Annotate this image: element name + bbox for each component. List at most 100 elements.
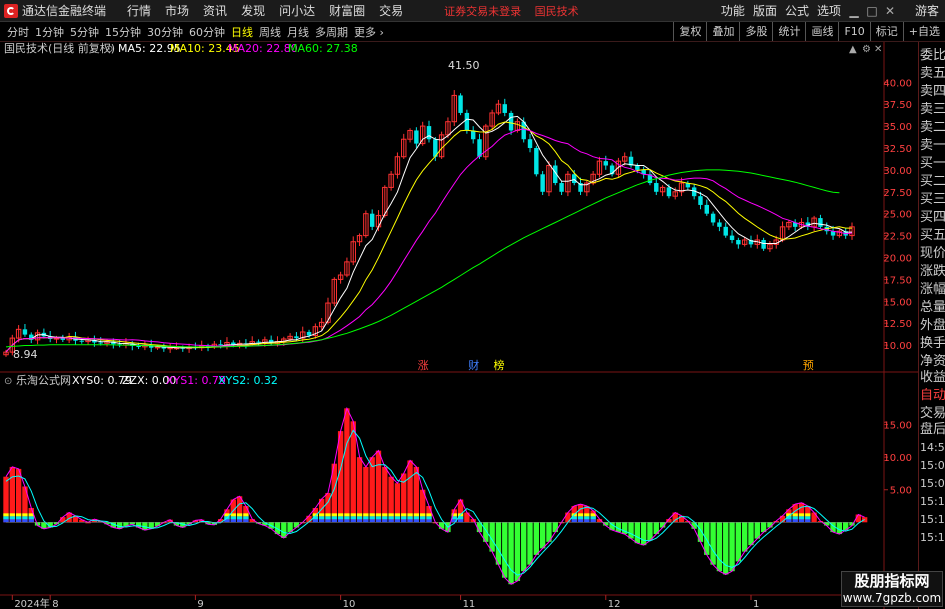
side-after-hours[interactable]: 盘后 bbox=[920, 422, 945, 438]
period-intraday[interactable]: 分时 bbox=[7, 24, 29, 40]
candle-body-down bbox=[729, 235, 735, 240]
indicator-band-yellow bbox=[363, 513, 369, 517]
minimize-icon[interactable]: ▁ bbox=[845, 1, 863, 21]
period-monthly[interactable]: 月线 bbox=[287, 24, 309, 40]
indicator-band-blue bbox=[337, 519, 344, 523]
close-icon[interactable]: ✕ bbox=[881, 1, 899, 21]
indicator-band-yellow bbox=[22, 513, 28, 517]
indicator-band-blue bbox=[798, 519, 805, 523]
draw-line-button[interactable]: 画线 bbox=[805, 22, 838, 41]
indicator-band-blue bbox=[577, 519, 584, 523]
period-1min[interactable]: 1分钟 bbox=[35, 24, 64, 40]
multi-stock-button[interactable]: 多股 bbox=[739, 22, 772, 41]
indicator-band-blue bbox=[457, 519, 464, 523]
indicator-band-yellow bbox=[350, 513, 356, 517]
trade-login-notice[interactable]: 证券交易未登录 国民技术 bbox=[444, 3, 589, 19]
indicator-band-blue bbox=[369, 519, 375, 523]
ma-line-ma60 bbox=[5, 169, 840, 348]
price-tick-label: 40.00 bbox=[883, 78, 912, 89]
event-marker[interactable]: 财 bbox=[468, 358, 479, 372]
menu-trade[interactable]: 交易 bbox=[379, 2, 403, 19]
indicator-bar-negative bbox=[293, 522, 300, 528]
indicator-band-blue bbox=[344, 519, 350, 523]
period-daily[interactable]: 日线 bbox=[231, 24, 253, 40]
period-60min[interactable]: 60分钟 bbox=[189, 24, 225, 40]
indicator-band-yellow bbox=[331, 513, 337, 517]
menu-news[interactable]: 资讯 bbox=[203, 2, 227, 19]
indicator-band-blue bbox=[413, 519, 420, 523]
indicator-tick-label: 5.00 bbox=[890, 486, 912, 497]
indicator-band-yellow bbox=[356, 513, 363, 517]
panel-settings-icon[interactable]: ⚙ bbox=[862, 44, 871, 55]
indicator-band-blue bbox=[590, 519, 596, 523]
event-markers[interactable]: 涨 财榜 预 bbox=[418, 358, 814, 372]
indicator-band-cyan bbox=[243, 516, 249, 520]
statistics-button[interactable]: 统计 bbox=[772, 22, 805, 41]
side-buy3: 买三 bbox=[920, 192, 945, 207]
price-tick-label: 25.00 bbox=[883, 210, 912, 221]
indicator-band-cyan bbox=[22, 516, 28, 520]
event-marker[interactable]: 预 bbox=[803, 359, 814, 372]
indicator-band-yellow bbox=[318, 513, 325, 517]
menu-layout[interactable]: 版面 bbox=[753, 2, 777, 19]
watermark-url: www.7gpzb.com bbox=[842, 591, 942, 605]
side-buy2: 买二 bbox=[920, 174, 945, 189]
menu-formula[interactable]: 公式 bbox=[785, 2, 809, 19]
period-5min[interactable]: 5分钟 bbox=[70, 24, 99, 40]
period-30min[interactable]: 30分钟 bbox=[147, 24, 183, 40]
app-logo-icon bbox=[4, 3, 18, 18]
indicator-band-cyan bbox=[584, 516, 590, 520]
period-multi[interactable]: 多周期 bbox=[315, 24, 348, 40]
menu-discover[interactable]: 发现 bbox=[241, 2, 265, 19]
candle-body-down bbox=[22, 329, 28, 335]
price-tick-label: 10.00 bbox=[883, 341, 912, 352]
side-change: 涨跌 bbox=[920, 264, 945, 279]
overlay-button[interactable]: 叠加 bbox=[706, 22, 739, 41]
indicator-band-cyan bbox=[369, 516, 375, 520]
panel-close-icon[interactable]: ✕ bbox=[874, 44, 882, 55]
maximize-icon[interactable]: □ bbox=[863, 1, 881, 21]
notice-login-status[interactable]: 证券交易未登录 bbox=[444, 5, 521, 18]
side-auto[interactable]: 自动 bbox=[920, 388, 945, 404]
period-more[interactable]: 更多 › bbox=[354, 24, 384, 40]
menu-options[interactable]: 选项 bbox=[817, 2, 841, 19]
f10-button[interactable]: F10 bbox=[838, 22, 869, 41]
side-sell5: 卖五 bbox=[920, 66, 945, 81]
menu-quotes[interactable]: 行情 bbox=[127, 2, 151, 19]
adjust-button[interactable]: 复权 bbox=[673, 22, 706, 41]
indicator-bar-negative bbox=[723, 522, 729, 575]
indicator-band-blue bbox=[15, 519, 22, 523]
period-weekly[interactable]: 周线 bbox=[259, 24, 281, 40]
max-price-label: 41.50 bbox=[448, 59, 480, 72]
mark-button[interactable]: 标记 bbox=[869, 22, 903, 41]
indicator-bar-negative bbox=[438, 522, 445, 529]
collapse-up-icon[interactable]: ▲ bbox=[849, 44, 857, 55]
indicator-band-yellow bbox=[394, 513, 401, 517]
indicator-band-yellow bbox=[805, 513, 811, 517]
indicator-band-cyan bbox=[350, 516, 356, 520]
indicator-bar-negative bbox=[710, 522, 716, 565]
side-buy4: 买四 bbox=[920, 210, 945, 225]
menu-wealth-circle[interactable]: 财富圈 bbox=[329, 2, 365, 19]
indicator-settings-icon[interactable]: ⊙ bbox=[4, 376, 12, 387]
menu-market[interactable]: 市场 bbox=[165, 2, 189, 19]
candle-body-down bbox=[571, 174, 577, 184]
app-title: 通达信金融终端 bbox=[22, 4, 107, 18]
indicator-band-cyan bbox=[407, 516, 413, 520]
side-trade[interactable]: 交易 bbox=[920, 406, 945, 422]
kline-chart[interactable]: 40.00 37.50 35.00 32.50 30.00 27.50 25.00 22.50… bbox=[0, 42, 918, 609]
candle-body-down bbox=[98, 342, 103, 344]
period-15min[interactable]: 15分钟 bbox=[105, 24, 141, 40]
indicator-band-yellow bbox=[388, 513, 394, 517]
event-marker[interactable]: 涨 bbox=[418, 359, 429, 372]
indicator-name: 乐淘公式网 bbox=[16, 374, 71, 387]
indicator-band-yellow bbox=[236, 513, 243, 517]
menu-functions[interactable]: 功能 bbox=[721, 2, 745, 19]
add-watchlist-button[interactable]: +自选 bbox=[902, 22, 945, 41]
user-guest[interactable]: 游客 bbox=[915, 2, 939, 19]
menu-ask-assistant[interactable]: 问小达 bbox=[279, 2, 315, 19]
indicator-band-blue bbox=[388, 519, 394, 523]
event-marker[interactable]: 榜 bbox=[493, 358, 504, 372]
indicator-band-blue bbox=[318, 519, 325, 523]
settings-icon[interactable]: ⊙ bbox=[105, 44, 113, 55]
